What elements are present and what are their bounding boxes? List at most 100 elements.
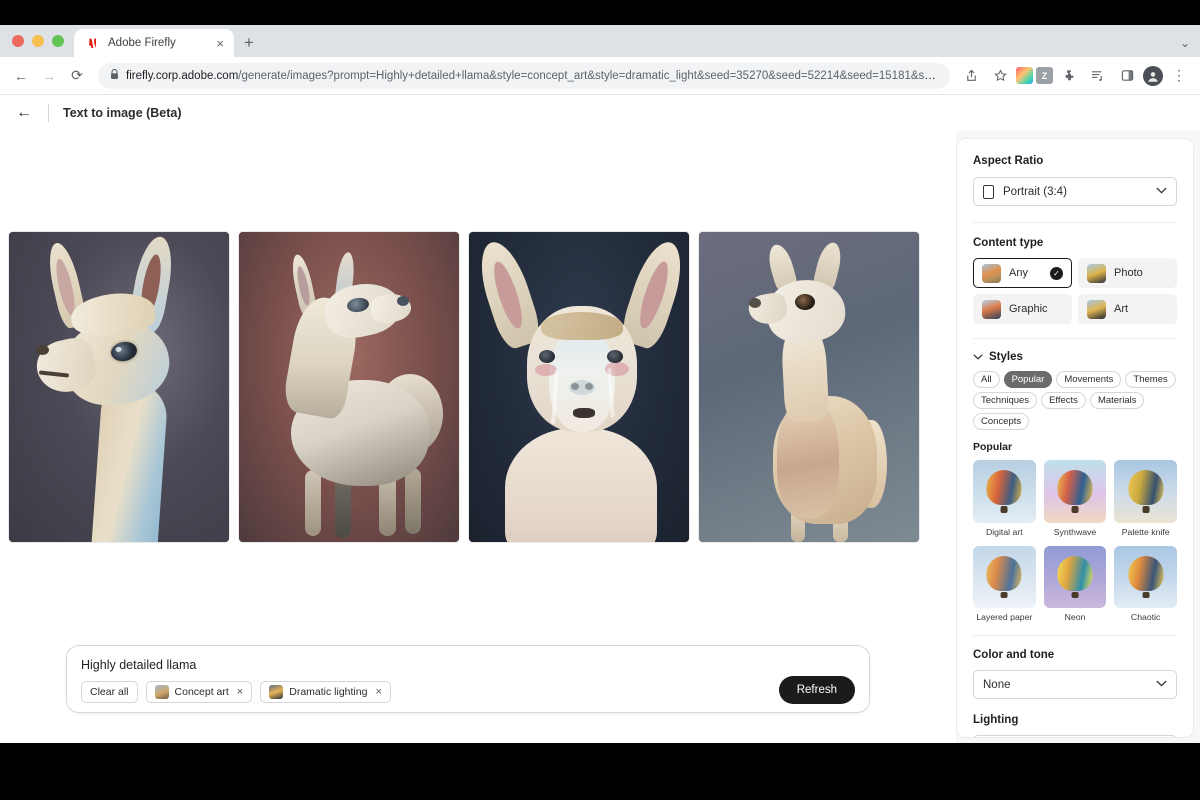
style-label: Neon <box>1065 612 1086 622</box>
content-type-art[interactable]: Art <box>1078 294 1177 324</box>
content-type-label: Graphic <box>1009 303 1048 315</box>
chip-thumbnail-icon <box>155 685 169 699</box>
generated-image-grid <box>8 231 928 543</box>
aspect-ratio-select[interactable]: Portrait (3:4) <box>973 177 1177 206</box>
clear-all-button[interactable]: Clear all <box>81 681 138 703</box>
llama-artwork-3 <box>469 232 689 542</box>
screen: Adobe Firefly × + ⌄ ← → ⟳ firefly.corp.a… <box>0 0 1200 800</box>
bookmark-star-icon[interactable] <box>987 63 1013 89</box>
generated-image-1[interactable] <box>8 231 230 543</box>
style-item-digital-art[interactable]: Digital art <box>973 460 1036 537</box>
prompt-bar: Highly detailed llama Clear all Concept … <box>66 645 870 713</box>
style-label: Layered paper <box>976 612 1032 622</box>
address-bar[interactable]: firefly.corp.adobe.com/generate/images?p… <box>98 63 950 89</box>
remove-chip-icon[interactable]: × <box>237 686 243 698</box>
chrome-menu-icon[interactable]: ⋮ <box>1166 63 1192 89</box>
style-filter-concepts[interactable]: Concepts <box>973 413 1029 430</box>
browser-window: Adobe Firefly × + ⌄ ← → ⟳ firefly.corp.a… <box>0 25 1200 743</box>
remove-chip-icon[interactable]: × <box>375 686 381 698</box>
tab-title: Adobe Firefly <box>108 37 206 49</box>
reload-button[interactable]: ⟳ <box>64 63 90 89</box>
content-type-label: Any <box>1009 267 1028 279</box>
style-item-neon[interactable]: Neon <box>1044 546 1107 623</box>
generated-image-2[interactable] <box>238 231 460 543</box>
chevron-down-icon <box>1156 186 1167 197</box>
style-label: Synthwave <box>1054 527 1097 537</box>
style-item-synthwave[interactable]: Synthwave <box>1044 460 1107 537</box>
back-button[interactable]: ← <box>8 63 34 89</box>
style-chip-dramatic-lighting[interactable]: Dramatic lighting × <box>260 681 391 703</box>
style-item-chaotic[interactable]: Chaotic <box>1114 546 1177 623</box>
clear-all-label: Clear all <box>90 686 129 698</box>
style-filter-materials[interactable]: Materials <box>1090 392 1145 409</box>
address-bar-url: firefly.corp.adobe.com/generate/images?p… <box>126 70 938 82</box>
style-item-palette-knife[interactable]: Palette knife <box>1114 460 1177 537</box>
style-label: Digital art <box>986 527 1023 537</box>
extension-rainbow-icon[interactable] <box>1016 67 1033 84</box>
style-label: Chaotic <box>1131 612 1160 622</box>
content-type-label: Art <box>1114 303 1128 315</box>
lighting-title: Lighting <box>973 714 1177 726</box>
llama-artwork-4 <box>699 232 919 542</box>
content-type-thumbnail-icon <box>1087 300 1106 319</box>
adobe-firefly-icon <box>85 36 100 51</box>
extension-z-icon[interactable]: Z <box>1036 67 1053 84</box>
forward-button[interactable]: → <box>36 63 62 89</box>
refresh-button[interactable]: Refresh <box>779 676 855 704</box>
style-item-layered-paper[interactable]: Layered paper <box>973 546 1036 623</box>
app-back-button[interactable]: ← <box>14 104 34 122</box>
reading-list-icon[interactable] <box>1085 63 1111 89</box>
style-thumbnail-icon <box>1044 546 1107 609</box>
color-and-tone-title: Color and tone <box>973 649 1177 661</box>
url-path: /generate/images?prompt=Highly+detailed+… <box>238 70 938 82</box>
extensions-puzzle-icon[interactable] <box>1056 63 1082 89</box>
style-thumbnail-grid: Digital art Synthwave Pale <box>973 460 1177 622</box>
content-type-any[interactable]: Any ✓ <box>973 258 1072 288</box>
lighting-select[interactable]: Dramatic lighting <box>973 735 1177 738</box>
styles-title: Styles <box>989 351 1023 363</box>
prompt-input[interactable]: Highly detailed llama <box>81 658 855 672</box>
style-filter-themes[interactable]: Themes <box>1125 371 1175 388</box>
style-thumbnail-icon <box>973 460 1036 523</box>
portrait-rectangle-icon <box>983 185 994 199</box>
toolbar-icon-group: Z ⋮ <box>958 63 1192 89</box>
selected-check-icon: ✓ <box>1050 267 1063 280</box>
window-controls[interactable] <box>8 25 74 57</box>
color-and-tone-value: None <box>983 679 1011 691</box>
style-filter-techniques[interactable]: Techniques <box>973 392 1037 409</box>
content-type-thumbnail-icon <box>982 264 1001 283</box>
content-type-thumbnail-icon <box>1087 264 1106 283</box>
style-thumbnail-icon <box>1114 546 1177 609</box>
close-tab-icon[interactable]: × <box>214 35 226 52</box>
content-type-photo[interactable]: Photo <box>1078 258 1177 288</box>
browser-tab[interactable]: Adobe Firefly × <box>74 29 234 57</box>
generated-image-4[interactable] <box>698 231 920 543</box>
chevron-down-icon <box>973 352 983 362</box>
styles-section-header[interactable]: Styles <box>973 351 1177 363</box>
minimize-window-button[interactable] <box>32 35 44 47</box>
style-filter-popular[interactable]: Popular <box>1004 371 1053 388</box>
tab-list-chevron-icon[interactable]: ⌄ <box>1180 36 1190 50</box>
side-panel-icon[interactable] <box>1114 63 1140 89</box>
settings-panel: Aspect Ratio Portrait (3:4) Content type <box>956 138 1194 738</box>
prompt-chip-row: Clear all Concept art × Dramatic lightin… <box>81 681 855 703</box>
browser-tab-strip: Adobe Firefly × + ⌄ <box>0 25 1200 57</box>
page-title: Text to image (Beta) <box>63 106 182 120</box>
close-window-button[interactable] <box>12 35 24 47</box>
llama-artwork-2 <box>239 232 459 542</box>
profile-avatar[interactable] <box>1143 66 1163 86</box>
style-thumbnail-icon <box>1044 460 1107 523</box>
results-canvas: Highly detailed llama Clear all Concept … <box>0 131 956 743</box>
generated-image-3[interactable] <box>468 231 690 543</box>
color-and-tone-select[interactable]: None <box>973 670 1177 699</box>
content-type-graphic[interactable]: Graphic <box>973 294 1072 324</box>
style-filter-movements[interactable]: Movements <box>1056 371 1121 388</box>
share-icon[interactable] <box>958 63 984 89</box>
style-filter-effects[interactable]: Effects <box>1041 392 1086 409</box>
new-tab-button[interactable]: + <box>244 33 254 53</box>
style-chip-concept-art[interactable]: Concept art × <box>146 681 253 703</box>
style-filter-all[interactable]: All <box>973 371 1000 388</box>
maximize-window-button[interactable] <box>52 35 64 47</box>
firefly-app: ← Text to image (Beta) <box>0 95 1200 743</box>
style-filter-pills: All Popular Movements Themes Techniques … <box>973 371 1177 430</box>
